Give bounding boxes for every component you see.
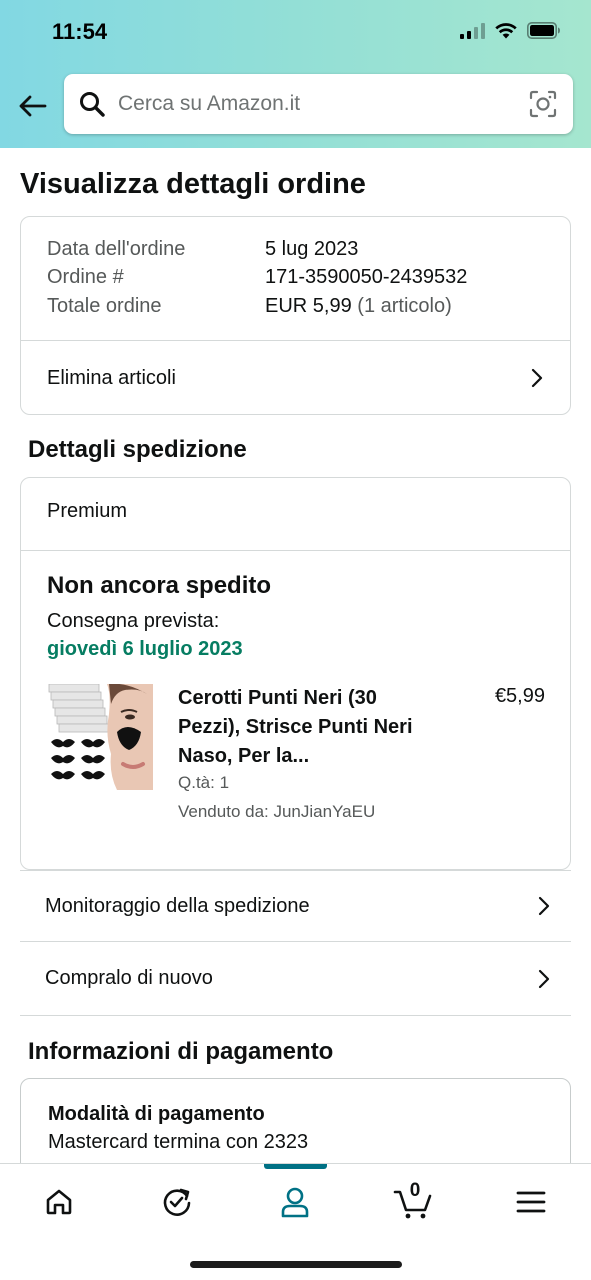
nav-cart[interactable]: 0 bbox=[383, 1180, 443, 1222]
order-total-value: EUR 5,99 bbox=[265, 295, 352, 317]
delete-items-label: Elimina articoli bbox=[47, 366, 176, 389]
shipping-section-title: Dettagli spedizione bbox=[28, 436, 247, 463]
status-icons bbox=[460, 22, 561, 39]
wifi-icon bbox=[495, 23, 517, 39]
buy-again-label: Compralo di nuovo bbox=[45, 967, 213, 989]
track-shipment-label: Monitoraggio della spedizione bbox=[45, 894, 310, 917]
search-input[interactable] bbox=[118, 92, 508, 116]
nav-menu[interactable] bbox=[501, 1182, 561, 1222]
delivery-date: giovedì 6 luglio 2023 bbox=[47, 638, 243, 660]
payment-method-label: Modalità di pagamento bbox=[48, 1103, 265, 1125]
delete-items-row[interactable]: Elimina articoli bbox=[21, 341, 570, 415]
track-shipment-row[interactable]: Monitoraggio della spedizione bbox=[20, 870, 571, 942]
back-button[interactable] bbox=[14, 88, 50, 124]
home-icon bbox=[46, 1189, 72, 1215]
order-number-value: 171-3590050-2439532 bbox=[265, 266, 468, 288]
menu-icon bbox=[516, 1191, 546, 1213]
shipping-status: Non ancora spedito bbox=[47, 572, 272, 599]
order-date-label: Data dell'ordine bbox=[47, 238, 186, 260]
payment-section-title: Informazioni di pagamento bbox=[28, 1038, 334, 1065]
chevron-right-icon bbox=[538, 969, 550, 988]
chevron-right-icon bbox=[531, 368, 543, 388]
delivery-label: Consegna prevista: bbox=[47, 610, 220, 632]
search-bar[interactable] bbox=[64, 74, 573, 134]
camera-search-icon[interactable] bbox=[529, 90, 557, 118]
nav-home[interactable] bbox=[29, 1182, 89, 1222]
search-icon bbox=[78, 90, 106, 118]
order-number-label: Ordine # bbox=[47, 266, 124, 288]
active-tab-indicator bbox=[264, 1164, 327, 1169]
shipping-card: Premium Non ancora spedito Consegna prev… bbox=[20, 477, 571, 870]
product-image[interactable] bbox=[47, 684, 153, 790]
cart-count-badge: 0 bbox=[409, 1180, 421, 1201]
updates-icon bbox=[163, 1188, 191, 1216]
shipping-service: Premium bbox=[47, 500, 128, 522]
product-seller: Venduto da: JunJianYaEU bbox=[178, 802, 376, 821]
header: 11:54 bbox=[0, 0, 591, 148]
order-item-count: (1 articolo) bbox=[357, 295, 452, 317]
status-time: 11:54 bbox=[52, 19, 108, 44]
payment-method-value: Mastercard termina con 2323 bbox=[48, 1131, 309, 1153]
product-price: €5,99 bbox=[494, 685, 545, 707]
back-arrow-icon bbox=[19, 95, 47, 117]
product-title-link[interactable]: Cerotti Punti Neri (30 Pezzi), Strisce P… bbox=[178, 684, 428, 771]
product-quantity: Q.tà: 1 bbox=[178, 773, 230, 792]
cellular-signal-icon bbox=[460, 22, 485, 39]
order-total-label: Totale ordine bbox=[47, 295, 162, 317]
page-title: Visualizza dettagli ordine bbox=[20, 168, 366, 200]
nav-account[interactable] bbox=[265, 1182, 325, 1222]
buy-again-row[interactable]: Compralo di nuovo bbox=[20, 942, 571, 1016]
order-total: EUR 5,99 (1 articolo) bbox=[265, 295, 452, 318]
home-indicator bbox=[190, 1261, 402, 1268]
nav-updates[interactable] bbox=[147, 1182, 207, 1222]
order-date-value: 5 lug 2023 bbox=[265, 238, 359, 260]
battery-icon bbox=[527, 22, 560, 39]
chevron-right-icon bbox=[538, 896, 550, 916]
divider bbox=[21, 550, 570, 551]
account-icon bbox=[281, 1187, 309, 1218]
order-summary-card: Data dell'ordine 5 lug 2023 Ordine # 171… bbox=[20, 216, 571, 415]
